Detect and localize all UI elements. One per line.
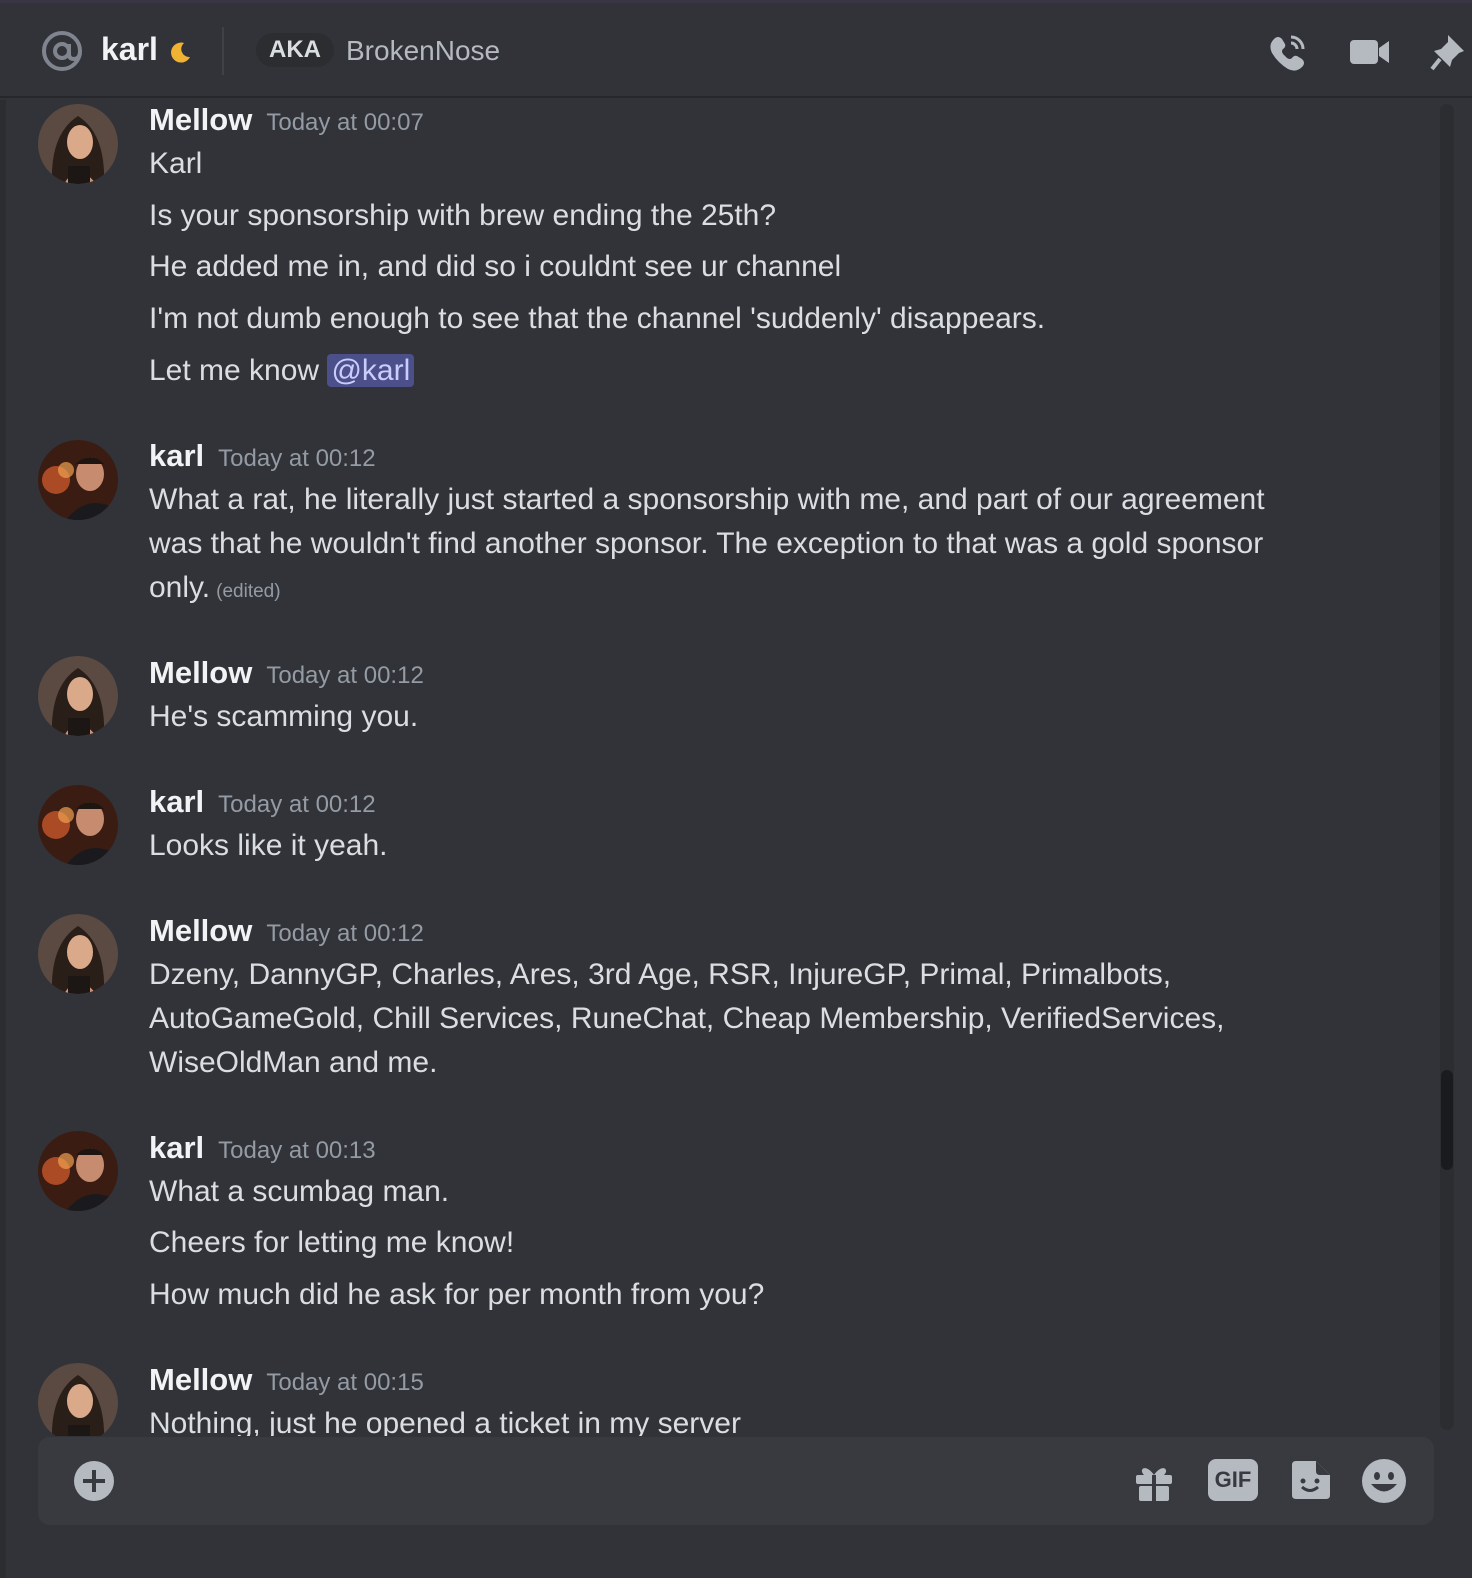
scrollbar-track[interactable] <box>1440 104 1454 1430</box>
message-text: I'm not dumb enough to see that the chan… <box>149 302 1046 335</box>
avatar-mellow[interactable] <box>38 656 118 736</box>
message-text: Cheers for letting me know! <box>149 1226 515 1259</box>
aka-name: BrokenNose <box>346 35 501 66</box>
author-name[interactable]: karl Today at 00:12 <box>149 438 376 474</box>
at-sign-icon <box>42 31 82 71</box>
message-text: Nothing, just he opened a ticket in my s… <box>149 1407 741 1436</box>
author-name[interactable]: Mellow Today at 00:07 <box>149 102 424 138</box>
timestamp: Today at 00:07 <box>266 109 424 136</box>
timestamp: Today at 00:12 <box>266 920 424 947</box>
edited-marker: (edited) <box>216 581 281 602</box>
author-name[interactable]: karl Today at 00:12 <box>149 784 376 820</box>
message-text: What a scumbag man. <box>149 1175 450 1208</box>
sticker-icon[interactable] <box>1288 1459 1332 1503</box>
gif-button[interactable]: GIF <box>1208 1459 1258 1501</box>
avatar-mellow[interactable] <box>38 104 118 184</box>
aka-badge: AKA <box>256 33 334 67</box>
timestamp: Today at 00:12 <box>266 662 424 689</box>
message-composer[interactable]: GIF <box>38 1437 1434 1525</box>
message-text: How much did he ask for per month from y… <box>149 1278 765 1311</box>
header-username[interactable]: karl <box>101 31 158 68</box>
channel-header: karl AKA BrokenNose <box>0 3 1472 98</box>
timestamp: Today at 00:12 <box>218 791 376 818</box>
idle-moon-icon <box>171 42 190 63</box>
message-text: Looks like it yeah. <box>149 829 388 862</box>
message-text: Let me know @karl <box>149 349 415 393</box>
author-name[interactable]: Mellow Today at 00:12 <box>149 913 424 949</box>
voice-call-icon[interactable] <box>1265 29 1311 75</box>
user-mention[interactable]: @karl <box>327 354 415 387</box>
message-text: Dzeny, DannyGP, Charles, Ares, 3rd Age, … <box>149 958 1225 1079</box>
avatar-karl[interactable] <box>38 1131 118 1211</box>
scrollbar-thumb[interactable] <box>1441 1070 1453 1170</box>
avatar-karl[interactable] <box>38 785 118 865</box>
message-text: Karl <box>149 147 203 180</box>
message-text: He's scamming you. <box>149 700 419 733</box>
message-text: Is your sponsorship with brew ending the… <box>149 199 777 232</box>
header-divider <box>222 27 224 75</box>
emoji-icon[interactable] <box>1360 1457 1408 1505</box>
add-attachment-icon[interactable] <box>72 1459 116 1503</box>
avatar-mellow[interactable] <box>38 1363 118 1436</box>
timestamp: Today at 00:12 <box>218 445 376 472</box>
message-text: What a rat, he literally just started a … <box>149 483 1265 604</box>
author-name[interactable]: Mellow Today at 00:15 <box>149 1362 424 1398</box>
gift-icon[interactable] <box>1132 1459 1176 1503</box>
gif-label: GIF <box>1214 1467 1252 1492</box>
avatar-karl[interactable] <box>38 440 118 520</box>
timestamp: Today at 00:15 <box>266 1369 424 1396</box>
author-name[interactable]: karl Today at 00:13 <box>149 1130 376 1166</box>
video-call-icon[interactable] <box>1346 29 1392 75</box>
pinned-messages-icon[interactable] <box>1426 29 1472 75</box>
message-text: He added me in, and did so i couldnt see… <box>149 250 842 283</box>
message-list[interactable]: Mellow Today at 00:07 Karl Is your sponso… <box>0 100 1440 1436</box>
author-name[interactable]: Mellow Today at 00:12 <box>149 655 424 691</box>
timestamp: Today at 00:13 <box>218 1137 376 1164</box>
avatar-mellow[interactable] <box>38 914 118 994</box>
